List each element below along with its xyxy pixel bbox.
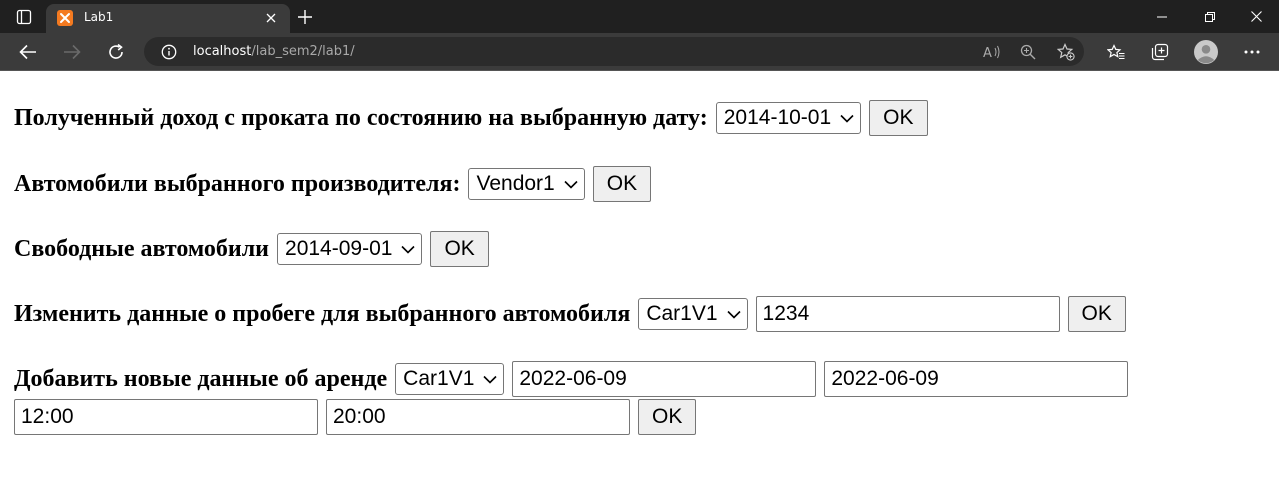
chevron-down-icon — [483, 375, 497, 384]
address-bar[interactable]: localhost/lab_sem2/lab1/ A — [144, 37, 1084, 66]
rental-end-time-input[interactable]: 20:00 — [326, 399, 630, 435]
rental-ok-button[interactable]: OK — [638, 399, 697, 435]
url-text: localhost/lab_sem2/lab1/ — [193, 44, 355, 59]
rental-start-date-input[interactable]: 2022-06-09 — [512, 361, 817, 397]
rental-car-select[interactable]: Car1V1 — [395, 363, 505, 395]
browser-titlebar: Lab1 — [0, 0, 1279, 33]
free-cars-date-select[interactable]: 2014-09-01 — [277, 233, 423, 265]
more-icon[interactable] — [1238, 38, 1266, 66]
free-cars-date-value: 2014-09-01 — [285, 237, 393, 260]
income-date-select[interactable]: 2014-10-01 — [715, 102, 862, 134]
profile-avatar-icon[interactable] — [1192, 38, 1220, 66]
refresh-icon[interactable] — [102, 38, 130, 66]
xampp-favicon-icon — [57, 10, 73, 26]
vendor-cars-label: Автомобили выбранного производителя: — [14, 170, 461, 197]
vendor-select-value: Vendor1 — [476, 172, 555, 195]
browser-tab[interactable]: Lab1 — [46, 4, 290, 33]
url-path: /lab_sem2/lab1/ — [251, 44, 355, 59]
free-cars-ok-button[interactable]: OK — [430, 231, 489, 267]
income-ok-button[interactable]: OK — [869, 100, 928, 136]
zoom-icon[interactable] — [1018, 42, 1038, 62]
plus-icon[interactable] — [294, 6, 316, 28]
read-aloud-icon[interactable]: A — [982, 42, 1002, 62]
mileage-ok-button[interactable]: OK — [1067, 296, 1126, 332]
chevron-down-icon — [401, 245, 416, 254]
income-label: Полученный доход с проката по состоянию … — [14, 104, 708, 131]
add-favorite-icon[interactable] — [1056, 42, 1076, 62]
rental-form: Добавить новые данные об аренде Car1V1 2… — [14, 361, 1136, 397]
close-icon[interactable] — [262, 9, 280, 27]
free-cars-form: Свободные автомобили 2014-09-01 OK — [14, 231, 489, 267]
forward-arrow-icon[interactable] — [58, 38, 86, 66]
vendor-select[interactable]: Vendor1 — [468, 168, 585, 200]
mileage-input[interactable]: 1234 — [755, 296, 1060, 332]
rental-form-line2: 12:00 20:00 OK — [14, 399, 697, 435]
minimize-icon[interactable] — [1139, 0, 1185, 33]
vendor-cars-ok-button[interactable]: OK — [592, 166, 652, 202]
rental-label: Добавить новые данные об аренде — [14, 365, 388, 392]
mileage-label: Изменить данные о пробеге для выбранного… — [14, 300, 631, 327]
chevron-down-icon — [840, 114, 854, 123]
mileage-car-select[interactable]: Car1V1 — [638, 298, 748, 330]
restore-icon[interactable] — [1187, 0, 1233, 33]
collections-icon[interactable] — [1146, 38, 1174, 66]
url-host: localhost — [193, 44, 252, 59]
income-date-value: 2014-10-01 — [723, 106, 832, 129]
free-cars-label: Свободные автомобили — [14, 235, 270, 262]
browser-toolbar: localhost/lab_sem2/lab1/ A — [0, 33, 1279, 71]
rental-end-date-input[interactable]: 2022-06-09 — [824, 361, 1129, 397]
chevron-down-icon — [564, 180, 578, 189]
chevron-down-icon — [726, 310, 741, 319]
vendor-cars-form: Автомобили выбранного производителя: Ven… — [14, 166, 652, 202]
rental-start-time-input[interactable]: 12:00 — [14, 399, 318, 435]
info-icon[interactable] — [160, 43, 178, 61]
tab-title: Lab1 — [84, 10, 114, 24]
mileage-car-value: Car1V1 — [646, 302, 718, 325]
close-window-icon[interactable] — [1233, 0, 1279, 33]
svg-text:A: A — [983, 46, 992, 60]
back-arrow-icon[interactable] — [14, 38, 42, 66]
rental-car-value: Car1V1 — [403, 367, 475, 390]
tab-actions-icon[interactable] — [10, 6, 38, 28]
income-form: Полученный доход с проката по состоянию … — [14, 100, 928, 136]
mileage-form: Изменить данные о пробеге для выбранного… — [14, 296, 1126, 332]
favorites-icon[interactable] — [1102, 38, 1130, 66]
